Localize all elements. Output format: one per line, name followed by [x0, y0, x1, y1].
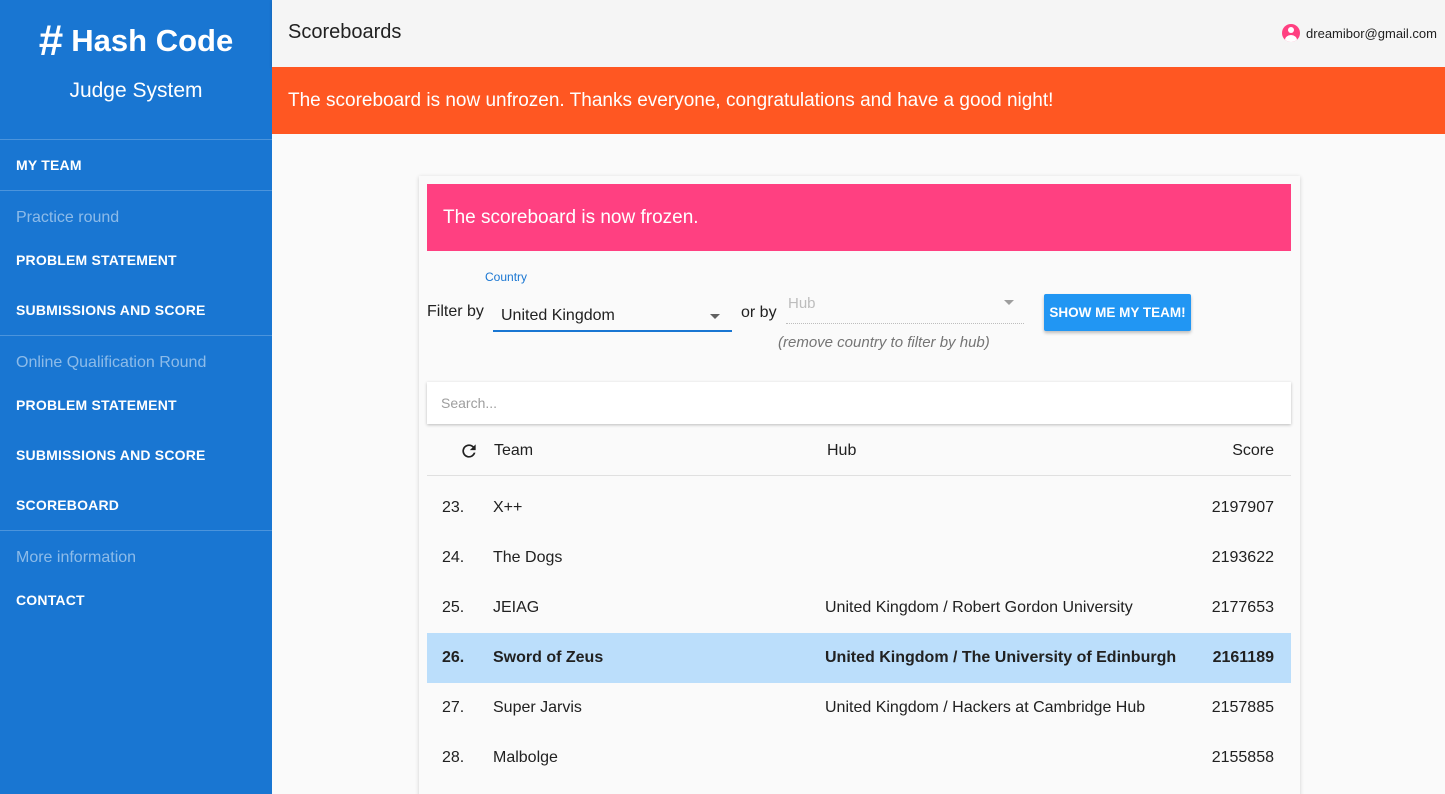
row-team: The Dogs [493, 549, 563, 566]
page-title: Scoreboards [288, 21, 402, 43]
sidebar-item-practice-submissions[interactable]: SUBMISSIONS AND SCORE [0, 285, 272, 335]
user-account[interactable]: dreamibor@gmail.com [1282, 24, 1437, 42]
app-title[interactable]: # Hash Code [0, 18, 272, 64]
nav-section-qualification: Online Qualification Round PROBLEM STATE… [0, 336, 272, 531]
row-score: 2157885 [1211, 699, 1274, 716]
row-score: 2161189 [1212, 649, 1274, 666]
table-row[interactable]: 23. X++ 2197907 [427, 483, 1291, 533]
nav-section-team: MY TEAM [0, 140, 272, 191]
brand-subtitle: Judge System [69, 79, 203, 102]
row-team: Sword of Zeus [493, 649, 604, 666]
table-row[interactable]: 24. The Dogs 2193622 [427, 533, 1291, 583]
row-hub: United Kingdom / Hackers at Cambridge Hu… [825, 699, 1146, 716]
filter-label: Filter by [427, 303, 484, 320]
scoreboard-table-body: 23. X++ 2197907 24. The Dogs 2193622 25.… [427, 483, 1291, 783]
column-header-team[interactable]: Team [494, 442, 533, 460]
brand: # Hash Code Judge System [0, 0, 272, 140]
row-rank: 23. [442, 499, 465, 516]
row-score: 2177653 [1211, 599, 1274, 616]
row-hub: United Kingdom / Robert Gordon Universit… [825, 599, 1133, 616]
hub-select[interactable]: Hub [786, 292, 1024, 324]
sidebar-item-qualification-submissions[interactable]: SUBMISSIONS AND SCORE [0, 430, 272, 480]
frozen-notice: The scoreboard is now frozen. [427, 184, 1291, 251]
search-input[interactable] [427, 382, 1291, 424]
sidebar-item-scoreboard[interactable]: SCOREBOARD [0, 480, 272, 530]
unfrozen-banner: The scoreboard is now unfrozen. Thanks e… [272, 67, 1445, 134]
row-hub: United Kingdom / The University of Edinb… [825, 649, 1177, 666]
country-field-label: Country [485, 270, 528, 284]
row-team: Super Jarvis [493, 699, 582, 716]
dropdown-arrow-icon [1004, 300, 1014, 305]
user-email: dreamibor@gmail.com [1306, 25, 1437, 41]
nav-heading-practice: Practice round [16, 209, 120, 226]
sidebar: # Hash Code Judge System MY TEAM Practic… [0, 0, 272, 794]
sidebar-item-my-team[interactable]: MY TEAM [0, 140, 272, 190]
nav-heading-info: More information [16, 549, 137, 566]
country-select[interactable]: United Kingdom [493, 304, 732, 332]
row-team: X++ [493, 499, 523, 516]
row-score: 2197907 [1211, 499, 1274, 516]
country-select-value: United Kingdom [501, 307, 615, 324]
table-row[interactable]: 25. JEIAG United Kingdom / Robert Gordon… [427, 583, 1291, 633]
sidebar-item-contact[interactable]: CONTACT [0, 575, 272, 625]
table-row-my-team[interactable]: 26. Sword of Zeus United Kingdom / The U… [427, 633, 1291, 683]
nav-section-info: More information CONTACT [0, 531, 272, 625]
sidebar-item-practice-problem-statement[interactable]: PROBLEM STATEMENT [0, 235, 272, 285]
row-rank: 24. [442, 549, 465, 566]
search-box [427, 382, 1291, 424]
account-circle-icon [1282, 24, 1301, 42]
scoreboard-card: The scoreboard is now frozen. Filter by … [419, 176, 1300, 794]
column-header-hub[interactable]: Hub [827, 442, 856, 460]
hash-logo-icon: # [38, 16, 64, 65]
row-score: 2193622 [1211, 549, 1274, 566]
row-rank: 26. [442, 649, 465, 666]
row-rank: 28. [442, 749, 465, 766]
sidebar-item-qualification-problem-statement[interactable]: PROBLEM STATEMENT [0, 380, 272, 430]
row-team: Malbolge [493, 749, 558, 766]
row-team: JEIAG [493, 599, 540, 616]
hub-select-placeholder: Hub [788, 295, 816, 312]
table-row[interactable]: 28. Malbolge 2155858 [427, 733, 1291, 783]
dropdown-arrow-icon [710, 314, 720, 319]
table-header: Team Hub Score [427, 432, 1291, 476]
show-my-team-button[interactable]: SHOW ME MY TEAM! [1044, 294, 1191, 331]
row-rank: 25. [442, 599, 465, 616]
refresh-icon[interactable] [459, 441, 479, 461]
or-by-label: or by [741, 304, 777, 321]
table-row[interactable]: 27. Super Jarvis United Kingdom / Hacker… [427, 683, 1291, 733]
row-rank: 27. [442, 699, 465, 716]
hub-hint: (remove country to filter by hub) [778, 334, 990, 351]
column-header-score[interactable]: Score [1232, 442, 1274, 460]
brand-title-text: Hash Code [71, 23, 234, 58]
nav-heading-qualification: Online Qualification Round [16, 354, 207, 371]
row-score: 2155858 [1211, 749, 1274, 766]
nav-section-practice: Practice round PROBLEM STATEMENT SUBMISS… [0, 191, 272, 336]
top-bar: Scoreboards dreamibor@gmail.com [272, 0, 1445, 67]
